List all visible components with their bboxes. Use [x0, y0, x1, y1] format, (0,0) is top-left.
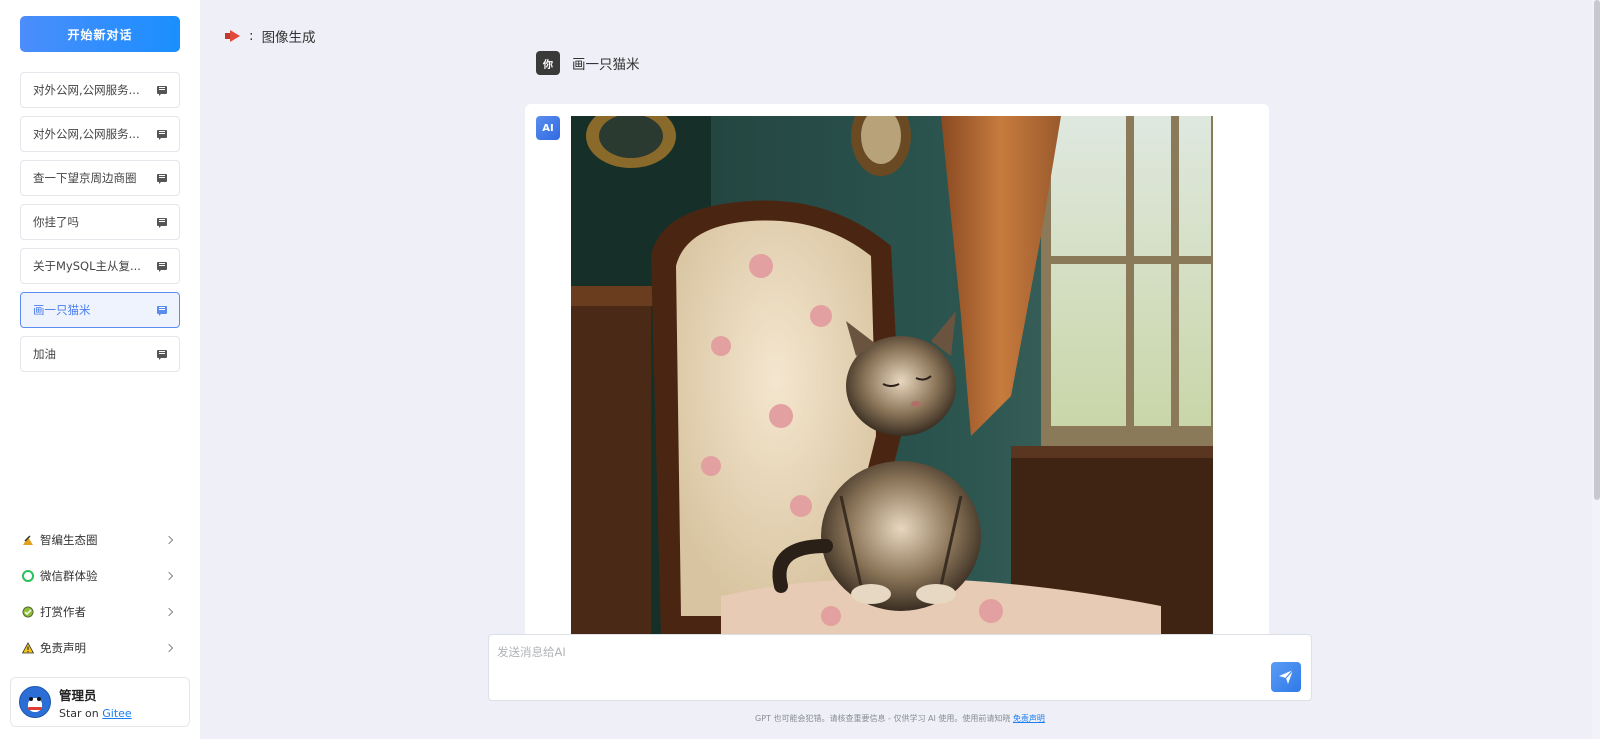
sparkle-icon — [23, 535, 33, 545]
message-icon — [157, 174, 167, 184]
conversation-label: 画一只猫米 — [33, 303, 91, 317]
generated-image[interactable] — [571, 116, 1213, 636]
user-message: 你 画一只猫米 — [536, 51, 640, 75]
conversation-label: 对外公网,公网服务... — [33, 83, 140, 97]
chevron-right-icon — [164, 607, 174, 617]
chevron-right-icon — [164, 535, 174, 545]
conversation-label: 你挂了吗 — [33, 215, 79, 229]
menu-label: 微信群体验 — [40, 569, 98, 583]
conversation-item[interactable]: 对外公网,公网服务... — [20, 72, 180, 108]
menu-item-ecosystem[interactable]: 智编生态圈 — [22, 530, 180, 550]
menu-item-disclaimer[interactable]: 免责声明 — [22, 638, 180, 658]
header-colon: : — [249, 28, 254, 44]
user-badge: 你 — [536, 51, 560, 75]
message-icon — [157, 350, 167, 360]
menu-label: 打赏作者 — [40, 605, 86, 619]
gift-icon — [22, 606, 34, 618]
page-title: 图像生成 — [261, 30, 316, 46]
warning-icon — [22, 642, 34, 654]
conversation-item[interactable]: 查一下望京周边商圈 — [20, 160, 180, 196]
message-icon — [157, 306, 167, 316]
menu-item-donate[interactable]: 打赏作者 — [22, 602, 180, 622]
new-chat-button[interactable]: 开始新对话 — [20, 16, 180, 52]
wechat-icon — [22, 570, 34, 582]
message-composer — [488, 634, 1312, 701]
conversation-item-active[interactable]: 画一只猫米 — [20, 292, 180, 328]
conversation-item[interactable]: 对外公网,公网服务... — [20, 116, 180, 152]
kitten-image — [571, 116, 1213, 636]
conversation-item[interactable]: 加油 — [20, 336, 180, 372]
message-icon — [157, 130, 167, 140]
ai-message: AI — [525, 104, 1269, 644]
conversation-label: 查一下望京周边商圈 — [33, 171, 137, 185]
conversation-label: 对外公网,公网服务... — [33, 127, 140, 141]
user-name: 管理员 — [59, 687, 97, 703]
menu-label: 智编生态圈 — [40, 533, 98, 547]
ai-badge: AI — [536, 116, 560, 140]
chevron-right-icon — [164, 643, 174, 653]
menu-label: 免责声明 — [40, 641, 86, 655]
message-icon — [157, 86, 167, 96]
page-header: : 图像生成 — [225, 26, 316, 46]
chevron-right-icon — [164, 571, 174, 581]
user-message-text: 画一只猫米 — [572, 57, 640, 73]
conversation-item[interactable]: 关于MySQL主从复... — [20, 248, 180, 284]
disclaimer-link[interactable]: 免责声明 — [1013, 714, 1045, 723]
scrollbar-thumb[interactable] — [1594, 0, 1600, 500]
send-button[interactable] — [1271, 662, 1301, 692]
footer-disclaimer: GPT 也可能会犯错。请核查重要信息 - 仅供学习 AI 使用。使用前请知晓 免… — [0, 713, 1600, 724]
message-icon — [157, 262, 167, 272]
menu-item-wechat[interactable]: 微信群体验 — [22, 566, 180, 586]
megaphone-icon — [225, 30, 241, 42]
send-icon — [1279, 669, 1294, 684]
message-icon — [157, 218, 167, 228]
conversation-item[interactable]: 你挂了吗 — [20, 204, 180, 240]
disclaimer-text: GPT 也可能会犯错。请核查重要信息 - 仅供学习 AI 使用。使用前请知晓 — [755, 714, 1011, 723]
conversation-label: 关于MySQL主从复... — [33, 259, 141, 273]
conversation-label: 加油 — [33, 347, 56, 361]
sidebar: 开始新对话 对外公网,公网服务... 对外公网,公网服务... 查一下望京周边商… — [0, 0, 200, 739]
message-input[interactable] — [489, 635, 1311, 700]
